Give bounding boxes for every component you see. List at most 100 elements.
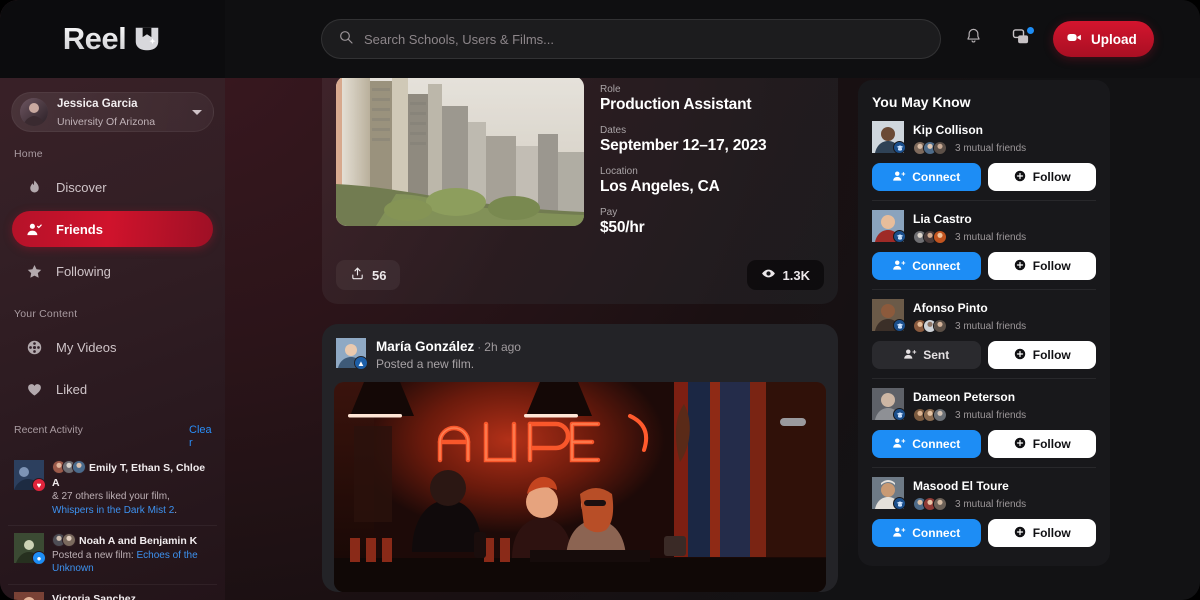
film-badge-icon: ▲ <box>354 356 368 370</box>
follow-label: Follow <box>1032 259 1071 273</box>
chevron-down-icon[interactable] <box>192 109 202 115</box>
school-badge-icon <box>893 230 906 243</box>
share-count: 56 <box>372 267 387 283</box>
flame-icon <box>26 179 43 196</box>
field-key: Role <box>600 84 621 95</box>
plus-circle-icon <box>1013 347 1027 364</box>
activity-names: Victoria Sanchez <box>52 592 136 600</box>
avatar <box>20 98 48 126</box>
suggestion-name[interactable]: Lia Castro <box>913 212 972 226</box>
job-fields: Role Production Assistant Dates Septembe… <box>600 76 824 248</box>
film-post-image[interactable] <box>334 382 826 592</box>
sidebar-item-following[interactable]: Following <box>12 253 213 289</box>
search-input[interactable] <box>364 31 924 47</box>
app-root: Reel Jessica Garcia University Of Arizon… <box>0 0 1200 600</box>
school-badge-icon <box>893 408 906 421</box>
sidebar-item-my-videos[interactable]: My Videos <box>12 329 213 365</box>
user-check-icon <box>26 221 43 238</box>
logo[interactable]: Reel <box>0 0 225 78</box>
star-icon <box>26 263 43 280</box>
mutual-count-label: 3 mutual friends <box>955 498 1027 510</box>
suggestion-meta: Dameon Peterson 3 mutual friends <box>913 388 1026 422</box>
follow-button[interactable]: Follow <box>987 430 1096 458</box>
avatar[interactable] <box>872 121 906 154</box>
connect-button[interactable]: Connect <box>872 163 981 191</box>
job-field-pay: Pay $50/hr <box>600 207 824 237</box>
connect-button[interactable]: Connect <box>872 519 981 547</box>
activity-link[interactable]: Whispers in the Dark Mist 2 <box>52 505 174 516</box>
avatar[interactable] <box>872 477 906 510</box>
mutual-friends: 3 mutual friends <box>913 408 1026 422</box>
sent-button[interactable]: Sent <box>872 341 981 369</box>
suggestion-name[interactable]: Masood El Toure <box>913 479 1009 493</box>
mutual-friends: 3 mutual friends <box>913 230 1026 244</box>
suggestion-name[interactable]: Kip Collison <box>913 123 983 137</box>
recent-activity-header: Recent Activity Clear <box>0 410 225 453</box>
follow-button[interactable]: Follow <box>987 252 1096 280</box>
suggestion-name[interactable]: Afonso Pinto <box>913 301 988 315</box>
sidebar-item-label: Discover <box>56 179 107 195</box>
avatar: ♥ <box>14 460 46 493</box>
person-add-icon <box>892 258 906 275</box>
avatar[interactable] <box>872 210 906 243</box>
suggestion-item: Afonso Pinto 3 mutual friends Sent Follo… <box>872 299 1096 379</box>
section-label-home: Home <box>14 148 43 160</box>
mutual-avatars <box>913 141 947 155</box>
section-label-your-content: Your Content <box>14 308 78 320</box>
activity-text: Victoria Sanchez Started following you. <box>52 592 213 600</box>
person-add-icon <box>892 525 906 542</box>
profile-chip[interactable]: Jessica Garcia University Of Arizona <box>11 92 214 132</box>
avatar[interactable]: ▲ <box>336 338 368 370</box>
mutual-avatars <box>913 230 947 244</box>
connect-label: Connect <box>912 259 961 273</box>
sidebar-item-label: My Videos <box>56 339 117 355</box>
recent-activity-list: ♥ Emily T, Ethan S, Chloe A & 27 others … <box>0 453 225 600</box>
search-bar[interactable] <box>321 19 941 59</box>
connect-button[interactable]: Connect <box>872 430 981 458</box>
job-field-dates: Dates September 12–17, 2023 <box>600 125 824 155</box>
follow-button[interactable]: Follow <box>987 341 1096 369</box>
post-author[interactable]: María González <box>376 339 474 354</box>
messages-button[interactable] <box>1005 23 1037 55</box>
mutual-avatars <box>913 497 947 511</box>
activity-item[interactable]: + Victoria Sanchez Started following you… <box>8 585 217 600</box>
mutual-friends: 3 mutual friends <box>913 497 1026 511</box>
notifications-button[interactable] <box>957 23 989 55</box>
follow-button[interactable]: Follow <box>987 519 1096 547</box>
plus-circle-icon <box>1013 525 1027 542</box>
job-post-actions: 56 1.3K <box>336 260 824 290</box>
field-key: Pay <box>600 207 618 218</box>
field-value: Los Angeles, CA <box>600 178 720 195</box>
suggestion-actions: Connect Follow <box>872 519 1096 547</box>
share-up-icon <box>350 266 365 284</box>
suggestion-meta: Afonso Pinto 3 mutual friends <box>913 299 1026 333</box>
follow-button[interactable]: Follow <box>987 163 1096 191</box>
school-badge-icon <box>893 141 906 154</box>
suggestion-item: Lia Castro 3 mutual friends Connect Foll… <box>872 210 1096 290</box>
field-key: Location <box>600 166 638 177</box>
clear-activity-button[interactable]: Clear <box>189 424 215 449</box>
panel-title: You May Know <box>872 94 971 110</box>
suggestion-name[interactable]: Dameon Peterson <box>913 390 1015 404</box>
person-add-icon <box>892 169 906 186</box>
sidebar-item-friends[interactable]: Friends <box>12 211 213 247</box>
sidebar-item-discover[interactable]: Discover <box>12 169 213 205</box>
connect-button[interactable]: Connect <box>872 252 981 280</box>
sidebar: Reel Jessica Garcia University Of Arizon… <box>0 0 225 600</box>
suggestion-actions: Connect Follow <box>872 163 1096 191</box>
activity-item[interactable]: ♥ Emily T, Ethan S, Chloe A & 27 others … <box>8 453 217 527</box>
mutual-avatars <box>52 460 86 475</box>
upload-button[interactable]: Upload <box>1053 21 1154 57</box>
video-camera-icon <box>1066 29 1083 49</box>
avatar[interactable] <box>872 388 906 421</box>
heart-icon <box>26 381 43 398</box>
bell-icon <box>964 27 983 51</box>
job-thumbnail[interactable] <box>336 76 584 226</box>
share-button[interactable]: 56 <box>336 260 401 290</box>
activity-item[interactable]: ● Noah A and Benjamin K Posted a new fil… <box>8 526 217 585</box>
mutual-avatars <box>52 533 76 548</box>
avatar[interactable] <box>872 299 906 332</box>
follow-label: Follow <box>1032 437 1071 451</box>
sidebar-item-liked[interactable]: Liked <box>12 371 213 407</box>
person-add-icon <box>903 347 917 364</box>
